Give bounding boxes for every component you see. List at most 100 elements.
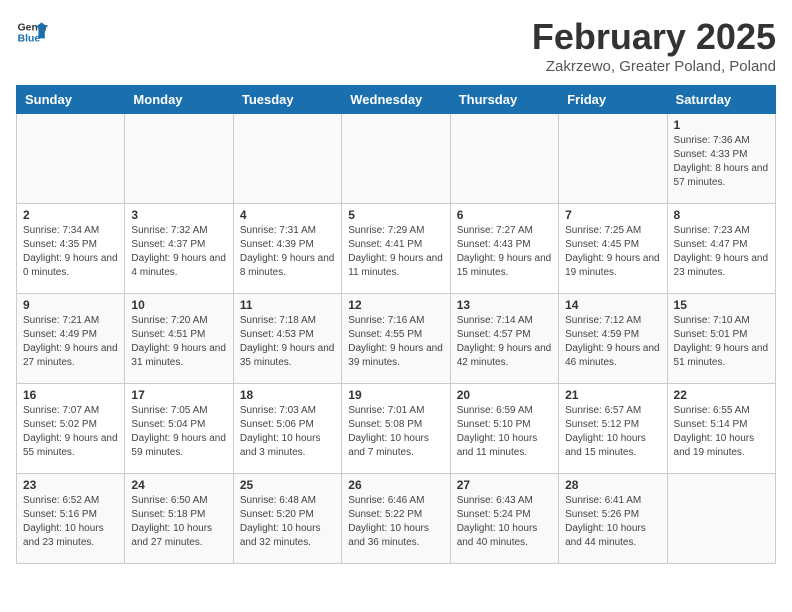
day-info: Sunrise: 6:48 AM Sunset: 5:20 PM Dayligh… [240,494,335,550]
day-info: Sunrise: 7:25 AM Sunset: 4:45 PM Dayligh… [565,224,660,280]
weekday-header-sunday: Sunday [17,86,125,114]
day-info: Sunrise: 7:03 AM Sunset: 5:06 PM Dayligh… [240,404,335,460]
calendar-cell: 4 Sunrise: 7:31 AM Sunset: 4:39 PM Daylig… [233,204,341,294]
calendar-table: SundayMondayTuesdayWednesdayThursdayFrid… [16,85,776,564]
day-number: 7 [565,208,660,222]
week-row-2: 2 Sunrise: 7:34 AM Sunset: 4:35 PM Daylig… [17,204,776,294]
weekday-header-friday: Friday [559,86,667,114]
calendar-cell [559,114,667,204]
day-info: Sunrise: 7:20 AM Sunset: 4:51 PM Dayligh… [131,314,226,370]
calendar-cell: 8 Sunrise: 7:23 AM Sunset: 4:47 PM Daylig… [667,204,775,294]
day-number: 11 [240,298,335,312]
title-block: February 2025 Zakrzewo, Greater Poland, … [532,16,776,75]
calendar-cell: 23Sunrise: 6:52 AM Sunset: 5:16 PM Dayli… [17,474,125,564]
day-number: 9 [23,298,118,312]
calendar-cell: 1Sunrise: 7:36 AM Sunset: 4:33 PM Daylig… [667,114,775,204]
calendar-cell: 22 Sunrise: 6:55 AM Sunset: 5:14 PM Dayli… [667,384,775,474]
calendar-cell: 12 Sunrise: 7:16 AM Sunset: 4:55 PM Dayli… [342,294,450,384]
weekday-header-monday: Monday [125,86,233,114]
day-number: 21 [565,388,660,402]
day-info: Sunrise: 7:14 AM Sunset: 4:57 PM Dayligh… [457,314,552,370]
day-info: Sunrise: 6:50 AM Sunset: 5:18 PM Dayligh… [131,494,226,550]
calendar-cell: 20 Sunrise: 6:59 AM Sunset: 5:10 PM Dayli… [450,384,558,474]
day-info: Sunrise: 7:29 AM Sunset: 4:41 PM Dayligh… [348,224,443,280]
day-number: 27 [457,478,552,492]
day-number: 20 [457,388,552,402]
week-row-1: 1Sunrise: 7:36 AM Sunset: 4:33 PM Daylig… [17,114,776,204]
calendar-cell: 11 Sunrise: 7:18 AM Sunset: 4:53 PM Dayli… [233,294,341,384]
day-number: 6 [457,208,552,222]
day-number: 12 [348,298,443,312]
day-number: 28 [565,478,660,492]
logo-icon: General Blue [16,16,48,48]
calendar-cell: 17Sunrise: 7:05 AM Sunset: 5:04 PM Dayli… [125,384,233,474]
calendar-cell: 28 Sunrise: 6:41 AM Sunset: 5:26 PM Dayli… [559,474,667,564]
day-info: Sunrise: 7:32 AM Sunset: 4:37 PM Dayligh… [131,224,226,280]
calendar-cell: 14 Sunrise: 7:12 AM Sunset: 4:59 PM Dayli… [559,294,667,384]
week-row-5: 23Sunrise: 6:52 AM Sunset: 5:16 PM Dayli… [17,474,776,564]
calendar-cell: 9 Sunrise: 7:21 AM Sunset: 4:49 PM Daylig… [17,294,125,384]
day-number: 18 [240,388,335,402]
day-number: 5 [348,208,443,222]
calendar-cell: 3 Sunrise: 7:32 AM Sunset: 4:37 PM Daylig… [125,204,233,294]
calendar-cell: 27 Sunrise: 6:43 AM Sunset: 5:24 PM Dayli… [450,474,558,564]
calendar-cell: 13 Sunrise: 7:14 AM Sunset: 4:57 PM Dayli… [450,294,558,384]
day-number: 26 [348,478,443,492]
day-info: Sunrise: 7:31 AM Sunset: 4:39 PM Dayligh… [240,224,335,280]
calendar-cell: 21Sunrise: 6:57 AM Sunset: 5:12 PM Dayli… [559,384,667,474]
day-info: Sunrise: 7:23 AM Sunset: 4:47 PM Dayligh… [674,224,769,280]
day-info: Sunrise: 6:59 AM Sunset: 5:10 PM Dayligh… [457,404,552,460]
day-info: Sunrise: 6:52 AM Sunset: 5:16 PM Dayligh… [23,494,118,550]
subtitle: Zakrzewo, Greater Poland, Poland [532,58,776,75]
day-number: 22 [674,388,769,402]
day-number: 13 [457,298,552,312]
day-info: Sunrise: 7:34 AM Sunset: 4:35 PM Dayligh… [23,224,118,280]
calendar-cell: 7 Sunrise: 7:25 AM Sunset: 4:45 PM Daylig… [559,204,667,294]
calendar-cell [125,114,233,204]
day-info: Sunrise: 6:43 AM Sunset: 5:24 PM Dayligh… [457,494,552,550]
calendar-cell [667,474,775,564]
day-info: Sunrise: 7:01 AM Sunset: 5:08 PM Dayligh… [348,404,443,460]
day-number: 8 [674,208,769,222]
day-number: 16 [23,388,118,402]
day-number: 14 [565,298,660,312]
day-info: Sunrise: 7:07 AM Sunset: 5:02 PM Dayligh… [23,404,118,460]
calendar-cell [233,114,341,204]
day-number: 2 [23,208,118,222]
day-info: Sunrise: 7:16 AM Sunset: 4:55 PM Dayligh… [348,314,443,370]
day-info: Sunrise: 6:41 AM Sunset: 5:26 PM Dayligh… [565,494,660,550]
week-row-4: 16 Sunrise: 7:07 AM Sunset: 5:02 PM Dayli… [17,384,776,474]
day-number: 10 [131,298,226,312]
day-info: Sunrise: 7:18 AM Sunset: 4:53 PM Dayligh… [240,314,335,370]
day-info: Sunrise: 7:05 AM Sunset: 5:04 PM Dayligh… [131,404,226,460]
day-info: Sunrise: 7:10 AM Sunset: 5:01 PM Dayligh… [674,314,769,370]
day-number: 3 [131,208,226,222]
calendar-cell: 24Sunrise: 6:50 AM Sunset: 5:18 PM Dayli… [125,474,233,564]
weekday-header-wednesday: Wednesday [342,86,450,114]
day-info: Sunrise: 6:55 AM Sunset: 5:14 PM Dayligh… [674,404,769,460]
calendar-cell: 19 Sunrise: 7:01 AM Sunset: 5:08 PM Dayli… [342,384,450,474]
calendar-cell: 26 Sunrise: 6:46 AM Sunset: 5:22 PM Dayli… [342,474,450,564]
day-info: Sunrise: 7:12 AM Sunset: 4:59 PM Dayligh… [565,314,660,370]
day-number: 25 [240,478,335,492]
calendar-cell: 10 Sunrise: 7:20 AM Sunset: 4:51 PM Dayli… [125,294,233,384]
calendar-cell: 6 Sunrise: 7:27 AM Sunset: 4:43 PM Daylig… [450,204,558,294]
day-info: Sunrise: 6:46 AM Sunset: 5:22 PM Dayligh… [348,494,443,550]
calendar-cell: 5 Sunrise: 7:29 AM Sunset: 4:41 PM Daylig… [342,204,450,294]
calendar-cell: 25 Sunrise: 6:48 AM Sunset: 5:20 PM Dayli… [233,474,341,564]
week-row-3: 9 Sunrise: 7:21 AM Sunset: 4:49 PM Daylig… [17,294,776,384]
weekday-header-tuesday: Tuesday [233,86,341,114]
logo: General Blue [16,16,48,48]
weekday-header-saturday: Saturday [667,86,775,114]
weekday-header-thursday: Thursday [450,86,558,114]
day-info: Sunrise: 7:27 AM Sunset: 4:43 PM Dayligh… [457,224,552,280]
main-title: February 2025 [532,16,776,58]
calendar-cell: 18 Sunrise: 7:03 AM Sunset: 5:06 PM Dayli… [233,384,341,474]
svg-text:Blue: Blue [18,34,41,45]
day-number: 19 [348,388,443,402]
day-info: Sunrise: 7:21 AM Sunset: 4:49 PM Dayligh… [23,314,118,370]
day-number: 15 [674,298,769,312]
calendar-cell [450,114,558,204]
calendar-cell: 15 Sunrise: 7:10 AM Sunset: 5:01 PM Dayli… [667,294,775,384]
day-number: 4 [240,208,335,222]
